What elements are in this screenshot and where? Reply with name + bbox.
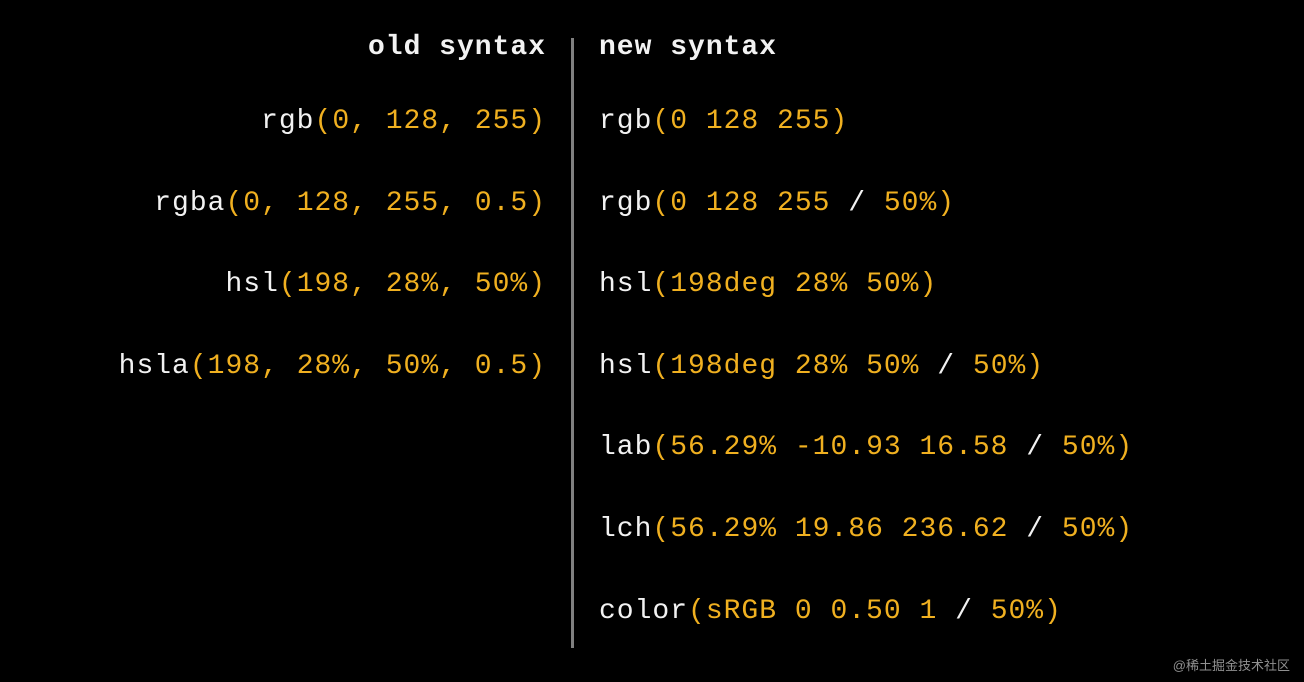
- value: 50%: [973, 596, 1044, 627]
- value: 0.5: [475, 351, 528, 382]
- value: 0 128 255: [670, 106, 830, 137]
- value: 0: [332, 106, 350, 137]
- separator: ,: [350, 351, 386, 382]
- new-row: lch(56.29% 19.86 236.62 / 50%): [599, 513, 1133, 547]
- close-paren: ): [830, 106, 848, 137]
- function-name: rgb: [261, 106, 314, 137]
- open-paren: (: [225, 188, 243, 219]
- separator: ,: [261, 188, 297, 219]
- value: 0: [243, 188, 261, 219]
- value: 56.29% -10.93 16.58: [670, 432, 1026, 463]
- new-row: lab(56.29% -10.93 16.58 / 50%): [599, 431, 1133, 465]
- open-paren: (: [652, 269, 670, 300]
- watermark: @稀土掘金技术社区: [1173, 655, 1290, 674]
- value: 128: [386, 106, 439, 137]
- comparison-table: old syntax rgb(0, 128, 255)rgba(0, 128, …: [0, 0, 1304, 682]
- open-paren: (: [652, 106, 670, 137]
- slash-operator: /: [937, 351, 955, 382]
- open-paren: (: [190, 351, 208, 382]
- old-row: rgba(0, 128, 255, 0.5): [119, 187, 546, 221]
- function-name: hsl: [599, 269, 652, 300]
- old-syntax-heading: old syntax: [368, 32, 546, 63]
- close-paren: ): [1115, 432, 1133, 463]
- separator: ,: [350, 188, 386, 219]
- value: 28%: [297, 351, 350, 382]
- close-paren: ): [919, 269, 937, 300]
- old-row: hsla(198, 28%, 50%, 0.5): [119, 350, 546, 384]
- value: 56.29% 19.86 236.62: [670, 514, 1026, 545]
- slash-operator: /: [1026, 432, 1044, 463]
- close-paren: ): [1115, 514, 1133, 545]
- old-row: hsl(198, 28%, 50%): [119, 268, 546, 302]
- separator: ,: [350, 106, 386, 137]
- function-name: lab: [599, 432, 652, 463]
- separator: ,: [439, 106, 475, 137]
- new-rows: rgb(0 128 255)rgb(0 128 255 / 50%)hsl(19…: [599, 105, 1133, 676]
- function-name: rgb: [599, 106, 652, 137]
- separator: ,: [261, 351, 297, 382]
- function-name: hsl: [225, 269, 278, 300]
- separator: ,: [439, 188, 475, 219]
- function-name: rgb: [599, 188, 652, 219]
- new-row: rgb(0 128 255): [599, 105, 1133, 139]
- open-paren: (: [279, 269, 297, 300]
- value: 50%: [475, 269, 528, 300]
- value: 128: [297, 188, 350, 219]
- value: 0.5: [475, 188, 528, 219]
- value: 50%: [386, 351, 439, 382]
- slash-operator: /: [848, 188, 866, 219]
- value: 0 128 255: [670, 188, 848, 219]
- value: 198deg 28% 50%: [670, 269, 919, 300]
- open-paren: (: [652, 514, 670, 545]
- old-syntax-column: old syntax rgb(0, 128, 255)rgba(0, 128, …: [0, 20, 571, 652]
- close-paren: ): [528, 106, 546, 137]
- slash-operator: /: [1026, 514, 1044, 545]
- value: 255: [475, 106, 528, 137]
- separator: ,: [350, 269, 386, 300]
- close-paren: ): [1044, 596, 1062, 627]
- value: sRGB 0 0.50 1: [706, 596, 955, 627]
- value: 198deg 28% 50%: [670, 351, 937, 382]
- value: 198: [297, 269, 350, 300]
- old-rows: rgb(0, 128, 255)rgba(0, 128, 255, 0.5)hs…: [119, 105, 546, 431]
- close-paren: ): [528, 269, 546, 300]
- new-row: hsl(198deg 28% 50%): [599, 268, 1133, 302]
- value: 50%: [955, 351, 1026, 382]
- open-paren: (: [315, 106, 333, 137]
- function-name: hsl: [599, 351, 652, 382]
- close-paren: ): [1026, 351, 1044, 382]
- open-paren: (: [688, 596, 706, 627]
- function-name: rgba: [154, 188, 225, 219]
- new-row: color(sRGB 0 0.50 1 / 50%): [599, 595, 1133, 629]
- value: 198: [208, 351, 261, 382]
- open-paren: (: [652, 432, 670, 463]
- new-row: hsl(198deg 28% 50% / 50%): [599, 350, 1133, 384]
- open-paren: (: [652, 351, 670, 382]
- close-paren: ): [528, 351, 546, 382]
- value: 28%: [386, 269, 439, 300]
- function-name: color: [599, 596, 688, 627]
- new-syntax-column: new syntax rgb(0 128 255)rgb(0 128 255 /…: [574, 20, 1304, 652]
- function-name: hsla: [119, 351, 190, 382]
- value: 50%: [1044, 514, 1115, 545]
- new-row: rgb(0 128 255 / 50%): [599, 187, 1133, 221]
- value: 255: [386, 188, 439, 219]
- separator: ,: [439, 351, 475, 382]
- function-name: lch: [599, 514, 652, 545]
- new-syntax-heading: new syntax: [599, 32, 777, 63]
- value: 50%: [1044, 432, 1115, 463]
- open-paren: (: [652, 188, 670, 219]
- value: 50%: [866, 188, 937, 219]
- old-row: rgb(0, 128, 255): [119, 105, 546, 139]
- separator: ,: [439, 269, 475, 300]
- slash-operator: /: [955, 596, 973, 627]
- close-paren: ): [528, 188, 546, 219]
- close-paren: ): [937, 188, 955, 219]
